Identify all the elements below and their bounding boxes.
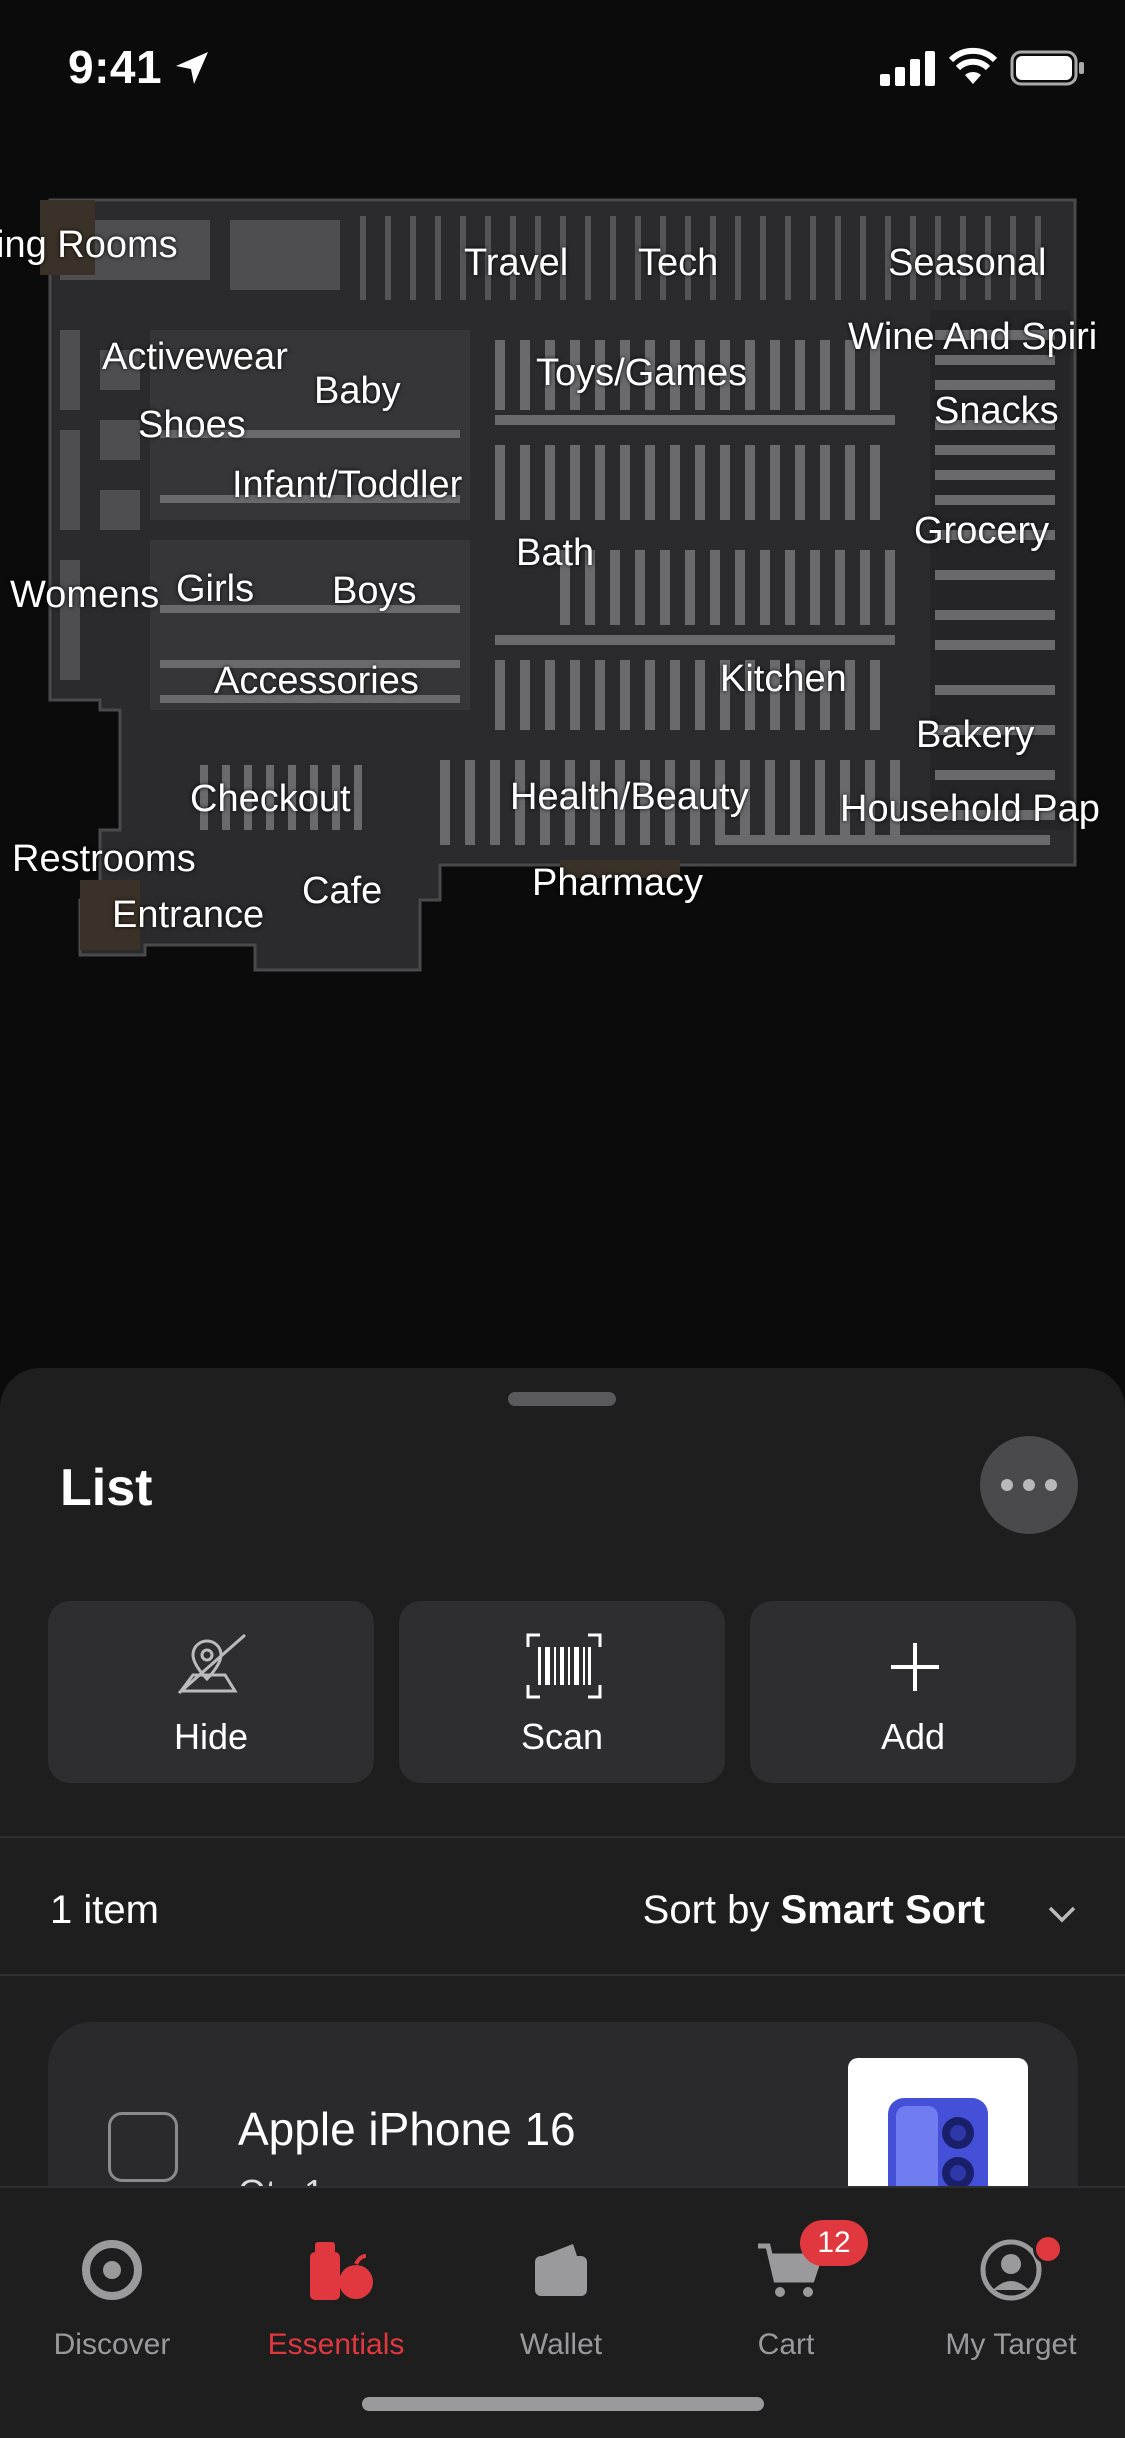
add-label: Add — [880, 1716, 946, 1757]
map-label-tech[interactable]: Tech — [638, 242, 718, 285]
map-label-snacks[interactable]: Snacks — [934, 390, 1059, 433]
map-label-checkout[interactable]: Checkout — [190, 778, 351, 821]
tab-label: Cart — [757, 2328, 815, 2361]
item-count: 1 item — [50, 1888, 159, 1932]
sort-value: Smart Sort — [780, 1888, 986, 1932]
scan-button[interactable]: Scan — [399, 1601, 725, 1783]
wifi-icon — [948, 47, 998, 84]
map-label-wine-and-spirits[interactable]: Wine And Spiri — [848, 316, 1097, 359]
tab-label: Discover — [53, 2328, 171, 2361]
map-label-womens[interactable]: Womens — [10, 574, 159, 617]
map-label-seasonal[interactable]: Seasonal — [888, 242, 1046, 285]
tab-label: Wallet — [519, 2328, 603, 2361]
hide-location-icon — [178, 1633, 246, 1695]
map-label-activewear[interactable]: Activewear — [102, 336, 288, 379]
map-label-bakery[interactable]: Bakery — [916, 714, 1034, 757]
barcode-scan-icon — [526, 1633, 602, 1699]
location-arrow-icon — [176, 52, 208, 84]
map-label-household-paper[interactable]: Household Pap — [840, 788, 1100, 831]
tab-label: Essentials — [267, 2328, 405, 2361]
map-label-bath[interactable]: Bath — [516, 532, 594, 575]
map-label-infant-toddler[interactable]: Infant/Toddler — [232, 464, 462, 507]
item-name: Apple iPhone 16 — [238, 2103, 576, 2155]
hide-button[interactable]: Hide — [48, 1601, 374, 1783]
status-time: 9:41 — [68, 41, 163, 93]
map-label-entrance[interactable]: Entrance — [112, 894, 264, 937]
map-label-health-beauty[interactable]: Health/Beauty — [510, 776, 749, 819]
cart-count-badge: 12 — [800, 2220, 868, 2266]
plus-icon — [891, 1643, 939, 1691]
map-label-shoes[interactable]: Shoes — [138, 404, 246, 447]
map-label-fitting-rooms[interactable]: ing Rooms — [0, 224, 178, 267]
map-label-toys-games[interactable]: Toys/Games — [536, 352, 747, 395]
map-label-travel[interactable]: Travel — [464, 242, 568, 285]
map-label-kitchen[interactable]: Kitchen — [720, 658, 847, 701]
map-label-accessories[interactable]: Accessories — [214, 660, 419, 703]
tab-discover[interactable]: Discover — [12, 2218, 212, 2361]
map-label-restrooms[interactable]: Restrooms — [12, 838, 196, 881]
map-label-cafe[interactable]: Cafe — [302, 870, 382, 913]
divider — [0, 1836, 1125, 1838]
map-label-baby[interactable]: Baby — [314, 370, 401, 413]
map-label-pharmacy[interactable]: Pharmacy — [532, 862, 703, 905]
divider — [0, 1974, 1125, 1976]
chevron-down-icon[interactable] — [1046, 1900, 1078, 1928]
notification-dot — [1033, 2234, 1063, 2264]
map-label-grocery[interactable]: Grocery — [914, 510, 1049, 553]
map-label-girls[interactable]: Girls — [176, 568, 254, 611]
item-checkbox[interactable] — [108, 2112, 178, 2182]
tab-wallet[interactable]: Wallet — [461, 2218, 661, 2361]
target-logo-icon — [82, 2240, 142, 2300]
tab-essentials[interactable]: Essentials — [236, 2218, 436, 2361]
scan-label: Scan — [520, 1716, 604, 1757]
tab-my-target[interactable]: My Target — [911, 2218, 1111, 2361]
map-label-boys[interactable]: Boys — [332, 570, 416, 613]
status-bar: 9:41 — [0, 0, 1125, 135]
essentials-icon — [310, 2242, 373, 2300]
store-map[interactable]: ing Rooms Travel Tech Seasonal Wine And … — [0, 180, 1125, 980]
more-options-button[interactable] — [980, 1436, 1078, 1534]
tab-label: My Target — [945, 2328, 1077, 2361]
ellipsis-icon — [1001, 1479, 1013, 1491]
hide-label: Hide — [173, 1716, 249, 1757]
sheet-grabber[interactable] — [508, 1392, 616, 1406]
sort-prefix: Sort by — [642, 1888, 770, 1932]
sheet-title: List — [60, 1459, 153, 1517]
tab-cart[interactable]: 12 Cart — [686, 2218, 886, 2361]
sort-dropdown[interactable]: Sort by Smart Sort — [643, 1888, 985, 1933]
battery-icon — [1010, 50, 1084, 86]
wallet-icon — [535, 2244, 587, 2296]
home-indicator[interactable] — [362, 2397, 764, 2411]
cellular-signal-icon — [880, 51, 935, 86]
add-button[interactable]: Add — [750, 1601, 1076, 1783]
